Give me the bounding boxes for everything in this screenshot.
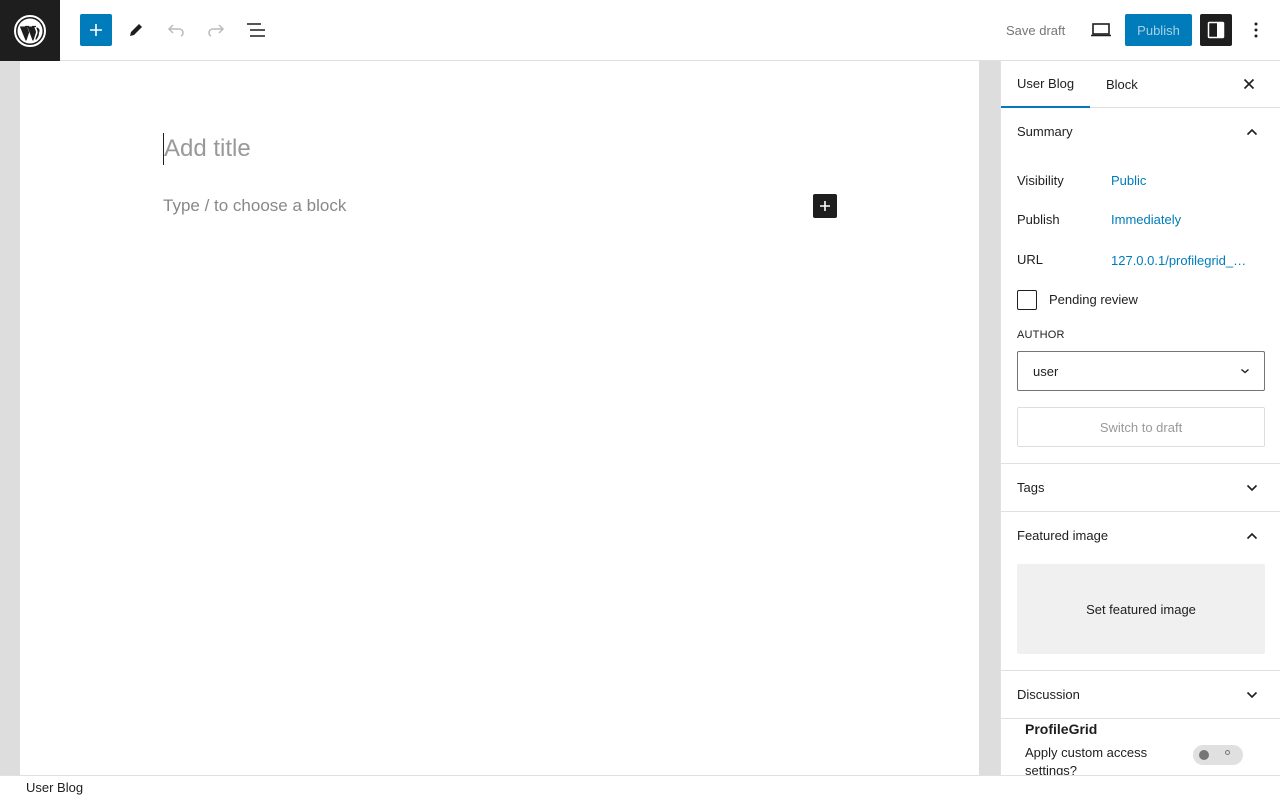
settings-toggle-button[interactable] [1200,14,1232,46]
author-label: AUTHOR [1017,329,1065,341]
document-overview-button[interactable] [240,14,272,46]
close-icon [1243,78,1255,90]
close-sidebar-button[interactable] [1237,72,1261,96]
wordpress-icon [14,14,46,47]
settings-sidebar: User Blog Block Summary Visibility Publi… [1000,61,1280,775]
sidebar-tabs: User Blog Block [1001,61,1280,108]
chevron-up-icon [1240,524,1264,548]
featured-image-panel-title: Featured image [1017,528,1109,543]
editor-canvas: Add title Type / to choose a block [20,61,979,775]
publish-date-label: Publish [1017,212,1060,227]
pending-review-checkbox[interactable] [1017,290,1037,310]
chevron-up-icon [1240,120,1264,144]
post-title-input[interactable]: Add title [163,133,251,165]
featured-image-panel: Featured image Set featured image [1001,512,1280,671]
summary-panel-toggle[interactable]: Summary [1001,108,1280,155]
chevron-down-icon [1241,368,1249,374]
undo-icon [167,24,184,37]
desktop-icon [1091,23,1111,37]
publish-button[interactable]: Publish [1125,14,1192,46]
tags-panel: Tags [1001,464,1280,512]
discussion-panel-title: Discussion [1017,687,1080,702]
switch-to-draft-button[interactable]: Switch to draft [1017,407,1265,447]
redo-button[interactable] [200,14,232,46]
plus-icon [820,201,830,211]
url-label: URL [1017,252,1044,267]
profilegrid-panel: ProfileGrid Apply custom access settings… [1001,719,1280,775]
save-draft-button[interactable]: Save draft [996,14,1075,46]
profilegrid-title: ProfileGrid [1025,721,1098,737]
url-value-button[interactable]: 127.0.0.1/profilegrid_… [1111,253,1246,268]
block-appender-placeholder[interactable]: Type / to choose a block [163,196,346,216]
discussion-panel: Discussion [1001,671,1280,719]
list-view-icon [247,23,265,37]
pending-review-label: Pending review [1049,292,1138,307]
set-featured-image-button[interactable]: Set featured image [1017,564,1265,654]
author-select[interactable]: user [1017,351,1265,391]
pencil-icon [130,24,142,36]
editor-footer: User Blog [0,775,1280,800]
discussion-panel-toggle[interactable]: Discussion [1001,671,1280,718]
summary-panel: Summary Visibility Public Publish Immedi… [1001,108,1280,464]
custom-access-toggle[interactable] [1193,745,1243,765]
breadcrumb[interactable]: User Blog [26,780,83,795]
publish-date-button[interactable]: Immediately [1111,212,1181,227]
editor-header: Save draft Publish [0,0,1280,61]
custom-access-label: Apply custom access settings? [1025,745,1148,775]
sidebar-icon [1207,21,1225,39]
redo-icon [208,24,225,37]
tools-button[interactable] [120,14,152,46]
tab-user-blog[interactable]: User Blog [1001,61,1091,108]
options-button[interactable] [1240,14,1272,46]
more-vertical-icon [1254,22,1258,38]
tags-panel-title: Tags [1017,480,1045,495]
author-select-value: user [1033,363,1059,379]
block-inserter-button[interactable] [80,14,112,46]
chevron-down-icon [1240,476,1264,500]
editor-canvas-area: Add title Type / to choose a block [0,61,1000,775]
tags-panel-toggle[interactable]: Tags [1001,464,1280,511]
chevron-down-icon [1240,683,1264,707]
tab-block[interactable]: Block [1090,61,1154,108]
visibility-value-button[interactable]: Public [1111,173,1146,188]
featured-image-panel-toggle[interactable]: Featured image [1001,512,1280,559]
preview-button[interactable] [1085,14,1117,46]
visibility-label: Visibility [1017,173,1064,188]
plus-icon [90,24,102,36]
add-block-button[interactable] [813,194,837,218]
undo-button[interactable] [160,14,192,46]
summary-panel-title: Summary [1017,124,1073,139]
wordpress-logo-button[interactable] [0,0,60,61]
